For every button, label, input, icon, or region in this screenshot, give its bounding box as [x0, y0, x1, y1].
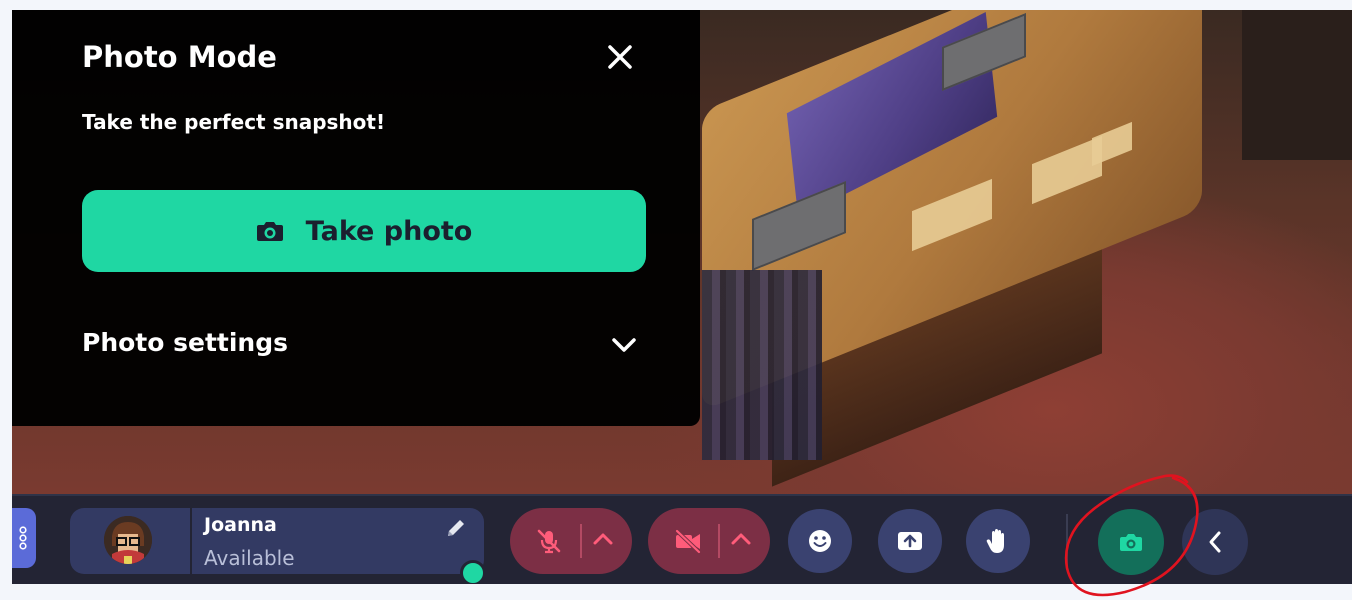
share-screen-button[interactable]	[878, 509, 942, 573]
take-photo-label: Take photo	[305, 215, 473, 247]
panel-subtitle: Take the perfect snapshot!	[82, 110, 386, 134]
close-button[interactable]	[600, 40, 640, 76]
chevron-up-icon[interactable]	[592, 531, 614, 547]
pill-divider	[718, 524, 720, 558]
avatar-image	[104, 516, 152, 564]
avatar	[104, 516, 152, 564]
toolbar-separator	[1066, 514, 1068, 568]
video-off-icon[interactable]	[674, 528, 702, 554]
share-screen-icon	[898, 532, 922, 550]
user-status: Available	[204, 546, 295, 570]
pill-divider	[580, 524, 582, 558]
mic-control[interactable]	[510, 508, 632, 574]
photo-settings-toggle[interactable]: Photo settings	[82, 324, 646, 368]
chevron-down-icon	[612, 338, 636, 352]
collapse-toolbar-button[interactable]	[1182, 509, 1248, 575]
emoji-button[interactable]	[788, 509, 852, 573]
bottom-toolbar: Joanna Available	[12, 494, 1352, 584]
camera-icon	[1120, 534, 1142, 551]
take-photo-button[interactable]: Take photo	[82, 190, 646, 272]
app-window: Photo Mode Take the perfect snapshot! Ta…	[12, 10, 1352, 584]
photo-settings-label: Photo settings	[82, 328, 289, 357]
apps-icon	[19, 526, 27, 550]
photo-mode-button[interactable]	[1098, 509, 1164, 575]
user-name: Joanna	[204, 514, 277, 536]
close-icon	[608, 45, 632, 69]
mic-off-icon[interactable]	[536, 528, 562, 554]
raise-hand-button[interactable]	[966, 509, 1030, 573]
pencil-icon[interactable]	[444, 516, 468, 540]
video-control[interactable]	[648, 508, 770, 574]
emoji-icon	[809, 530, 831, 552]
camera-icon	[256, 222, 283, 241]
presence-indicator	[460, 560, 486, 584]
apps-button[interactable]	[12, 508, 36, 568]
raise-hand-icon	[986, 529, 1004, 553]
avatar-container	[70, 508, 192, 574]
scene-shelf	[1242, 10, 1352, 160]
chevron-up-icon[interactable]	[730, 531, 752, 547]
chevron-left-icon	[1209, 531, 1221, 553]
user-profile-card[interactable]: Joanna Available	[70, 508, 484, 574]
photo-mode-panel: Photo Mode Take the perfect snapshot! Ta…	[12, 10, 700, 426]
panel-title: Photo Mode	[82, 40, 277, 74]
scene-bookcase	[702, 270, 822, 460]
